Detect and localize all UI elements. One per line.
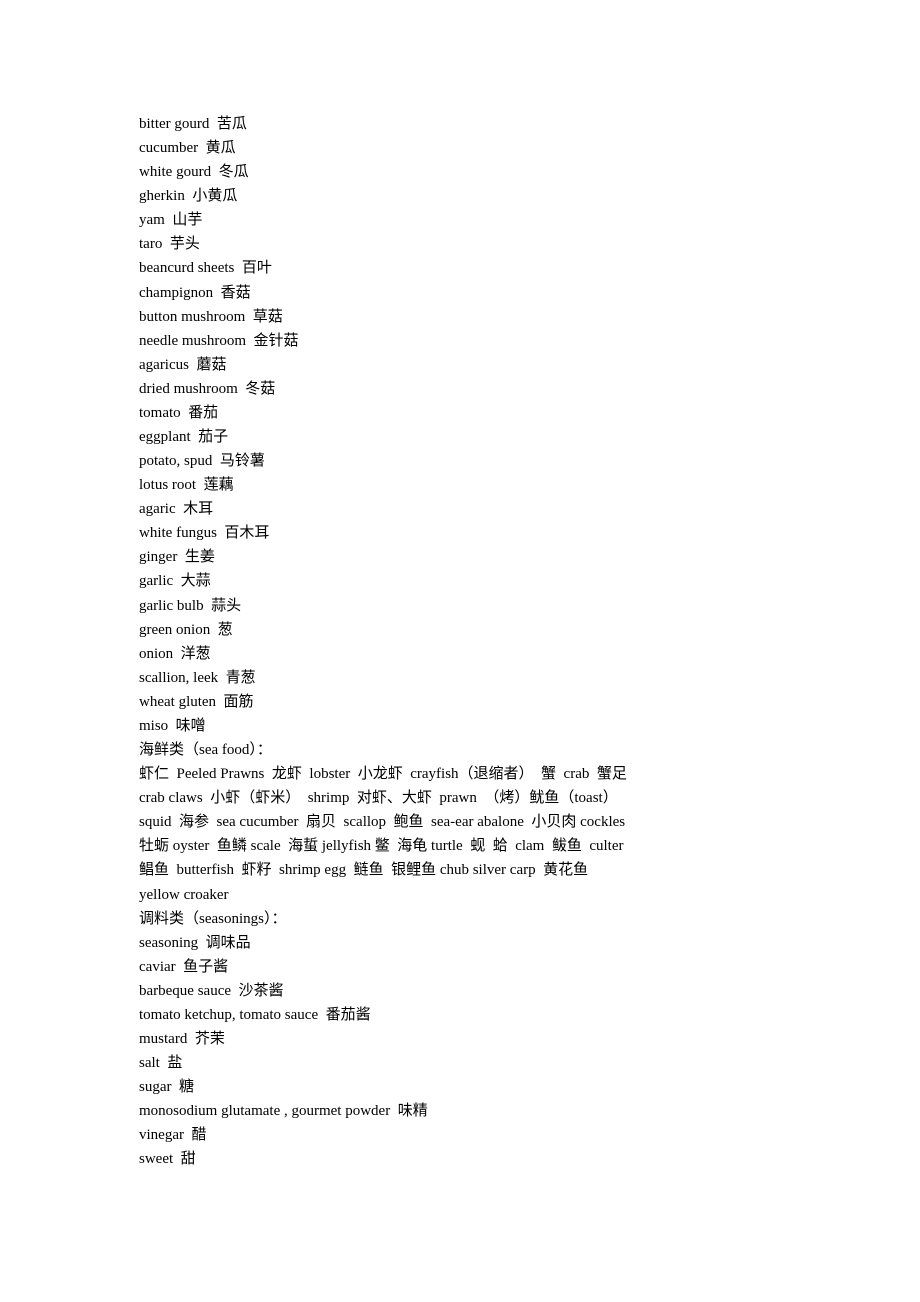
text-line: mustard 芥茉	[139, 1030, 225, 1047]
text-line: garlic bulb 蒜头	[139, 597, 242, 614]
text-line: dried mushroom 冬菇	[139, 380, 276, 397]
text-line: 虾仁 Peeled Prawns 龙虾 lobster 小龙虾 crayfish…	[139, 766, 627, 783]
text-line: vinegar 醋	[139, 1127, 207, 1144]
text-line: bitter gourd 苦瓜	[139, 116, 247, 132]
text-line: potato, spud 马铃薯	[139, 453, 265, 470]
text-line: monosodium glutamate , gourmet powder 味精	[139, 1103, 428, 1120]
text-line: agaric 木耳	[139, 501, 214, 518]
text-line: ginger 生姜	[139, 549, 215, 566]
text-line: button mushroom 草菇	[139, 308, 283, 325]
text-line: champignon 香菇	[139, 284, 251, 301]
text-line: caviar 鱼子酱	[139, 958, 229, 975]
text-line: green onion 葱	[139, 621, 233, 638]
document-body: bitter gourd 苦瓜 cucumber 黄瓜 white gourd 冬瓜…	[139, 112, 679, 1171]
text-line: 鲳鱼 butterfish 虾籽 shrimp egg 鲢鱼 银鲤鱼 chub …	[139, 862, 589, 879]
text-line: sugar 糖	[139, 1079, 194, 1096]
text-line: agaricus 蘑菇	[139, 356, 227, 373]
text-line: 调料类（seasonings）：	[139, 910, 287, 927]
text-line: beancurd sheets 百叶	[139, 260, 272, 277]
text-line: white fungus 百木耳	[139, 525, 270, 542]
text-line: tomato ketchup, tomato sauce 番茄酱	[139, 1006, 371, 1023]
text-line: taro 芋头	[139, 236, 200, 253]
text-line: yam 山芋	[139, 212, 203, 229]
text-line: squid 海参 sea cucumber 扇贝 scallop 鲍鱼 sea-…	[139, 814, 626, 831]
text-line: 牡蛎 oyster 鱼鳞 scale 海蜇 jellyfish 鳖 海龟 tur…	[139, 838, 624, 855]
text-line: crab claws 小虾（虾米） shrimp 对虾、大虾 prawn （烤）…	[139, 790, 618, 807]
text-line: wheat gluten 面筋	[139, 693, 254, 710]
text-line: sweet 甜	[139, 1151, 196, 1168]
text-line: salt 盐	[139, 1055, 183, 1072]
text-line: miso 味噌	[139, 717, 206, 734]
text-line: white gourd 冬瓜	[139, 164, 249, 181]
text-line: scallion, leek 青葱	[139, 669, 256, 686]
text-line: barbeque sauce 沙茶酱	[139, 982, 284, 999]
text-line: tomato 番茄	[139, 404, 219, 421]
text-line: seasoning 调味品	[139, 934, 251, 951]
text-line: yellow croaker	[139, 886, 229, 903]
text-line: eggplant 茄子	[139, 429, 229, 446]
text-line: cucumber 黄瓜	[139, 140, 236, 157]
text-line: garlic 大蒜	[139, 573, 211, 590]
text-line: gherkin 小黄瓜	[139, 188, 238, 205]
text-line: needle mushroom 金针菇	[139, 332, 299, 349]
text-line: 海鲜类（sea food）：	[139, 742, 272, 759]
text-line: lotus root 莲藕	[139, 477, 234, 494]
text-line: onion 洋葱	[139, 645, 211, 662]
